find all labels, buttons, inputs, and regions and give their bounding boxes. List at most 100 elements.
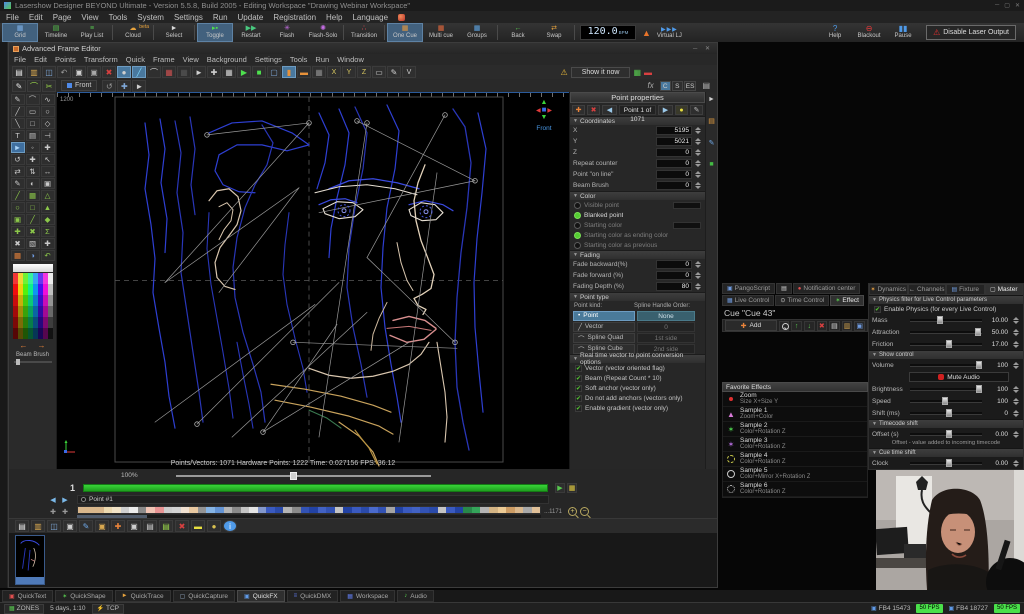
toolbar-button-cloud[interactable]: ☁Cloudbeta [115,23,151,42]
tool-icon-4[interactable]: ▣ [72,66,86,78]
color-swatch[interactable] [673,222,701,229]
tool-icon-8[interactable]: ▤ [143,520,157,532]
menu-item-file[interactable]: File [6,13,19,22]
spinner[interactable] [1012,361,1020,370]
palette-swatch[interactable] [48,306,53,317]
tool-icon-19[interactable]: ▬ [297,66,311,78]
draw-tool-11[interactable]: ⊣ [41,130,55,141]
virtual-lj-button[interactable]: ▶▶▶ Virtual LJ [657,23,682,42]
toolbar-button-transition[interactable]: ∴Transition [346,23,382,42]
minimize-icon[interactable]: ─ [995,2,999,9]
tab-quickcapture[interactable]: ▢QuickCapture [173,590,235,602]
move-up-icon[interactable]: ↑ [791,321,802,331]
point-kind-spline-quad[interactable]: ⌒Spline Quad [573,333,635,343]
pan-right-icon[interactable]: ✚ [59,508,71,516]
tool-icon-9[interactable]: ⌒ [147,66,161,78]
toolbar-button-multi-cue[interactable]: ▦Multi cue [423,23,459,42]
draw-tool-9[interactable]: T [11,130,25,141]
spinner[interactable] [1012,340,1020,349]
tool-icon-18[interactable]: ▮ [282,66,296,78]
spinner[interactable] [694,148,702,157]
tool-icon-5[interactable]: ▣ [87,66,101,78]
point-kind-vector[interactable]: ╱Vector [573,322,635,332]
track-options-icon[interactable]: ▦ [567,483,577,493]
maximize-icon[interactable]: ▢ [1004,2,1010,9]
menu-item-run[interactable]: Run [213,13,228,22]
tool-icon-24[interactable]: ▭ [372,66,386,78]
draw-tool-16[interactable]: ✚ [26,154,40,165]
tab-audio[interactable]: ♪Audio [397,590,434,602]
point-kind-point[interactable]: •Point [573,311,635,321]
draw-tool-28[interactable]: □ [26,202,40,213]
tool-icon-1[interactable]: ✚ [117,80,131,92]
tool-icon-2[interactable]: ✂ [42,80,56,92]
menu-item-update[interactable]: Update [238,13,264,22]
field-value[interactable]: 5021 [656,137,692,146]
slider-track[interactable] [910,459,982,467]
tool-icon-1[interactable]: ⌒ [27,80,41,92]
search-effect-icon[interactable] [779,321,790,331]
effect-item-sample-5[interactable]: Sample 5Color+Mirror X+Rotation Z [723,467,867,482]
color-section-header[interactable]: ▼Color [570,191,705,200]
tab-quickdmx[interactable]: ≡QuickDMX [287,590,339,602]
section-header-timecode-shift[interactable]: ▼Timecode shift [869,419,1023,428]
draw-tool-17[interactable]: ↖ [41,154,55,165]
delete-effect-icon[interactable]: ✖ [817,321,828,331]
menu-item-registration[interactable]: Registration [273,13,316,22]
spline-order-none[interactable]: None [637,311,695,321]
slider-handle[interactable] [942,397,948,405]
spinner[interactable] [694,260,702,269]
tool-icon-2[interactable]: ◫ [42,66,56,78]
pan-left-icon[interactable]: ✚ [47,508,59,516]
help-button[interactable]: ?Help [818,23,852,42]
spinner[interactable] [694,170,702,179]
status-tcp[interactable]: ⚡TCP [92,604,124,614]
option-soft-anchor-vector-only[interactable]: ✔Soft anchor (vector only) [570,383,705,393]
slider-handle[interactable] [946,430,952,438]
draw-tool-1[interactable]: ⌒ [26,94,40,105]
toolbar-button-flash-solo[interactable]: ✺Flash-Solo [305,23,341,42]
view-orientation-gizmo[interactable]: ▲ ◀ ■ ▶ ▼ Front [527,99,561,132]
tool-icon-2[interactable]: ◫ [47,520,61,532]
tool-icon-25[interactable]: ✎ [387,66,401,78]
frame-editor-titlebar[interactable]: Advanced Frame Editor ─ ✕ [9,43,717,54]
tool-icon-7[interactable]: ▣ [127,520,141,532]
next-frame-icon[interactable]: ▶ [59,496,71,504]
show-it-now-button[interactable]: Show it now [571,67,631,78]
tool-icon-5[interactable]: ▣ [95,520,109,532]
spinner[interactable] [1012,316,1020,325]
tool-icon-0[interactable]: ↺ [102,80,116,92]
toolbar-button-groups[interactable]: ▦Groups [459,23,495,42]
slider-handle[interactable] [975,328,981,336]
color-option-starting-color-as-ending-color[interactable]: Starting color as ending color [570,230,705,240]
tab-notification-center[interactable]: ●Notification center [793,283,861,294]
tab-quickfx[interactable]: ▣QuickFX [237,590,285,602]
tool-icon-3[interactable]: ■ [709,161,713,168]
menu-item-language[interactable]: Language [352,13,388,22]
draw-tool-14[interactable]: ✚ [41,142,55,153]
tab-workspace[interactable]: ▦Workspace [340,590,395,602]
tab-master[interactable]: ▢Master [985,284,1024,295]
tab-live-control[interactable]: ▦Live Control [722,295,774,306]
menu-item-settings[interactable]: Settings [255,55,282,64]
check-enable-physics-for-every-live-control[interactable]: ✔Enable Physics (for every Live Control) [869,304,1023,314]
spinner[interactable] [1012,397,1020,406]
bpm-display[interactable]: 120.0 BPM [580,25,636,40]
slider-track[interactable] [910,397,982,405]
prev-palette-icon[interactable]: ← [20,341,28,350]
draw-tool-25[interactable]: ▦ [26,190,40,201]
menu-accent-icon[interactable] [398,14,405,21]
menu-item-help[interactable]: Help [326,13,342,22]
small-button-c[interactable]: C [660,81,671,91]
color-option-visible-point[interactable]: Visible point [570,200,705,210]
draw-tool-2[interactable]: ∿ [41,94,55,105]
slider-handle[interactable] [946,409,952,417]
color-option-blanked-point[interactable]: Blanked point [570,210,705,220]
tool-icon-21[interactable]: X [327,66,341,78]
white-color-swatch[interactable] [13,264,53,272]
tool-icon-1[interactable]: ▤ [708,117,715,125]
palette-swatch[interactable] [48,328,53,339]
tool-icon-10[interactable]: ✖ [175,520,189,532]
tool-icon-15[interactable]: ▶ [237,66,251,78]
tool-icon-3[interactable]: ↶ [57,66,71,78]
